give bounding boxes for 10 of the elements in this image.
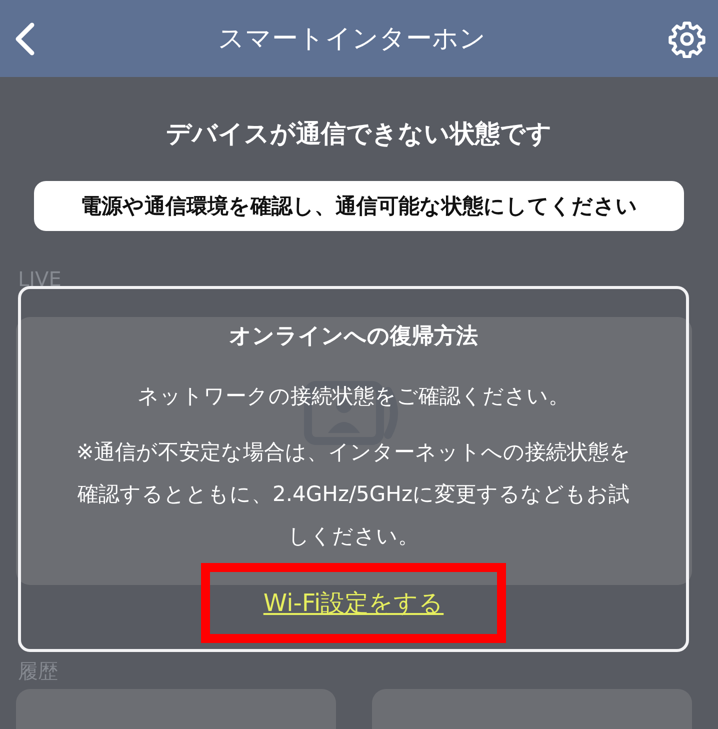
- dialog-title: オンラインへの復帰方法: [229, 322, 478, 351]
- status-heading: デバイスが通信できない状態です: [165, 118, 553, 150]
- wifi-settings-link[interactable]: Wi-Fi設定をする: [263, 587, 444, 619]
- live-card[interactable]: [16, 317, 692, 585]
- settings-icon[interactable]: [668, 20, 706, 58]
- screen-title: スマートインターホン: [218, 23, 486, 56]
- dialog-text: ネットワークの接続状態をご確認ください。: [136, 383, 570, 410]
- back-icon[interactable]: [14, 22, 36, 56]
- status-message: 電源や通信環境を確認し、通信可能な状態にしてください: [34, 181, 684, 231]
- dialog-text: ※通信が不安定な場合は、インターネットへの接続状態を確認するとともに、2.4GHz/5GHzに変更するなどもお試しください。: [75, 439, 632, 550]
